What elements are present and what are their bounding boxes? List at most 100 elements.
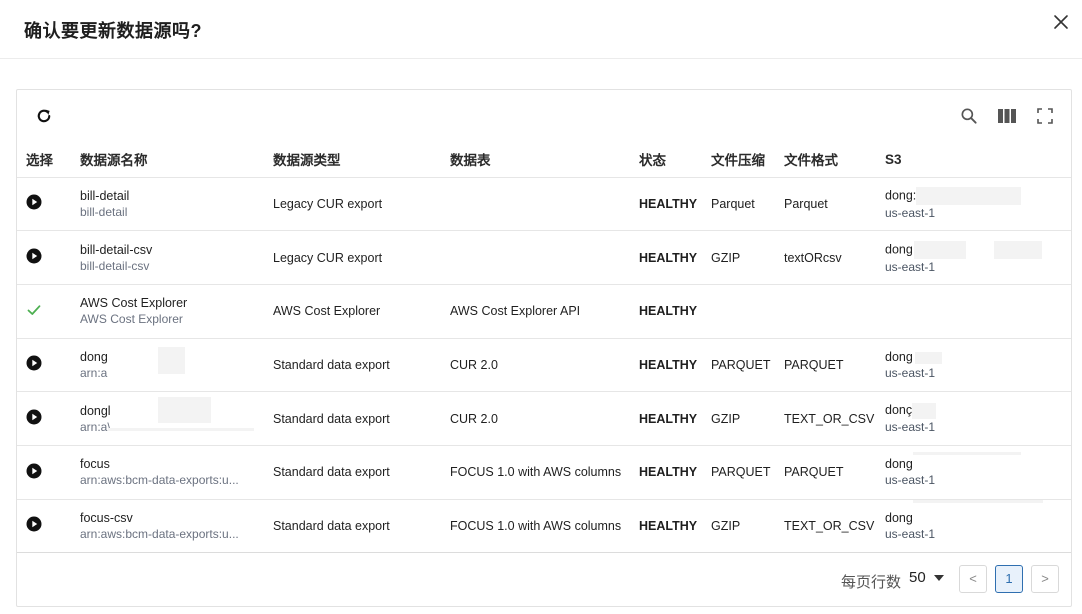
- row-table: AWS Cost Explorer API: [450, 284, 639, 339]
- column-header-select: 选择: [17, 142, 80, 178]
- redacted-block: [993, 240, 1042, 259]
- table-header-row: 选择 数据源名称 数据源类型 数据表 状态 文件压缩 文件格式 S3: [17, 142, 1071, 178]
- row-type: Legacy CUR export: [273, 177, 450, 232]
- column-header-s3: S3: [885, 142, 1071, 178]
- row-name-sub: bill-detail-csv: [80, 258, 150, 273]
- confirm-dialog: 确认要更新数据源吗? 选择 数据源名称 数据源类型 数据表 状态 文件压缩 文件…: [0, 0, 1082, 614]
- row-status: HEALTHY: [639, 177, 711, 232]
- row-status: HEALTHY: [639, 499, 711, 554]
- dialog-title: 确认要更新数据源吗?: [24, 21, 202, 41]
- row-s3-region: us-east-1: [885, 365, 936, 380]
- row-table: CUR 2.0: [450, 338, 639, 393]
- data-source-table-card: 选择 数据源名称 数据源类型 数据表 状态 文件压缩 文件格式 S3 bill-…: [16, 89, 1072, 607]
- row-format: PARQUET: [784, 445, 885, 500]
- row-status: HEALTHY: [639, 445, 711, 500]
- select-play-icon[interactable]: [26, 194, 42, 210]
- row-type: Legacy CUR export: [273, 230, 450, 285]
- rows-per-page-select[interactable]: 50: [909, 569, 944, 586]
- rows-per-page-value: 50: [909, 569, 926, 586]
- row-name-sub: AWS Cost Explorer: [80, 312, 183, 327]
- columns-icon[interactable]: [997, 107, 1017, 125]
- row-type: Standard data export: [273, 391, 450, 446]
- row-type: Standard data export: [273, 338, 450, 393]
- row-format: TEXT_OR_CSV: [784, 391, 885, 446]
- row-s3-bucket: donç: [885, 403, 913, 418]
- row-s3-bucket: dong:: [885, 188, 917, 203]
- redacted-block: [108, 427, 254, 431]
- row-format: Parquet: [784, 177, 885, 232]
- row-type: AWS Cost Explorer: [273, 284, 450, 339]
- table-row[interactable]: bill-detail bill-detail Legacy CUR expor…: [17, 177, 1071, 232]
- row-name-sub: arn:aws:bcm-data-exports:u...: [80, 473, 239, 488]
- table-row[interactable]: bill-detail-csv bill-detail-csv Legacy C…: [17, 230, 1071, 285]
- row-status: HEALTHY: [639, 338, 711, 393]
- row-s3-bucket: dong: [885, 510, 913, 525]
- data-source-table: 选择 数据源名称 数据源类型 数据表 状态 文件压缩 文件格式 S3 bill-…: [17, 142, 1071, 554]
- row-table: FOCUS 1.0 with AWS columns: [450, 445, 639, 500]
- column-header-name: 数据源名称: [80, 142, 273, 178]
- row-compression: GZIP: [711, 499, 784, 554]
- column-header-table: 数据表: [450, 142, 639, 178]
- select-play-icon[interactable]: [26, 248, 42, 264]
- row-table: [450, 177, 639, 232]
- row-format: [784, 284, 885, 339]
- row-name: focus-csv: [80, 510, 133, 525]
- redacted-block: [912, 402, 937, 419]
- row-compression: PARQUET: [711, 338, 784, 393]
- fullscreen-icon[interactable]: [1036, 107, 1054, 125]
- row-compression: PARQUET: [711, 445, 784, 500]
- row-status: HEALTHY: [639, 230, 711, 285]
- row-s3-region: us-east-1: [885, 259, 936, 274]
- select-play-icon[interactable]: [26, 516, 42, 532]
- row-s3-region: us-east-1: [885, 526, 936, 541]
- check-icon[interactable]: [26, 302, 42, 318]
- column-header-type: 数据源类型: [273, 142, 450, 178]
- redacted-block: [913, 499, 1043, 503]
- select-play-icon[interactable]: [26, 409, 42, 425]
- rows-per-page-label: 每页行数: [841, 574, 902, 591]
- redacted-block: [913, 452, 1021, 456]
- row-table: CUR 2.0: [450, 391, 639, 446]
- row-s3-bucket: dong: [885, 241, 913, 256]
- prev-page-button[interactable]: <: [959, 565, 987, 593]
- row-status: HEALTHY: [639, 391, 711, 446]
- pagination-bar: 每页行数 50 < 1 >: [17, 553, 1071, 606]
- row-compression: GZIP: [711, 391, 784, 446]
- row-s3-region: us-east-1: [885, 205, 936, 220]
- row-compression: GZIP: [711, 230, 784, 285]
- row-name: bill-detail: [80, 188, 130, 203]
- table-row[interactable]: focus arn:aws:bcm-data-exports:u... Stan…: [17, 445, 1071, 500]
- row-name-sub: arn:aws:bcm-data-exports:u...: [80, 526, 239, 541]
- redacted-block: [914, 351, 942, 364]
- row-s3-bucket: dong: [885, 349, 913, 364]
- dialog-header: 确认要更新数据源吗?: [0, 0, 1082, 59]
- row-format: TEXT_OR_CSV: [784, 499, 885, 554]
- row-type: Standard data export: [273, 499, 450, 554]
- caret-down-icon: [933, 575, 944, 582]
- row-type: Standard data export: [273, 445, 450, 500]
- row-s3-region: us-east-1: [885, 473, 936, 488]
- current-page-button[interactable]: 1: [995, 565, 1023, 593]
- row-name: AWS Cost Explorer: [80, 296, 188, 311]
- table-row[interactable]: dongl arn:a\ Standard data export CUR 2.…: [17, 391, 1071, 446]
- row-table: FOCUS 1.0 with AWS columns: [450, 499, 639, 554]
- table-row[interactable]: focus-csv arn:aws:bcm-data-exports:u... …: [17, 499, 1071, 554]
- row-format: textORcsv: [784, 230, 885, 285]
- next-page-button[interactable]: >: [1031, 565, 1059, 593]
- row-compression: [711, 284, 784, 339]
- search-icon[interactable]: [959, 106, 979, 126]
- column-header-status: 状态: [639, 142, 711, 178]
- table-row[interactable]: AWS Cost Explorer AWS Cost Explorer AWS …: [17, 284, 1071, 339]
- redacted-block: [913, 240, 966, 259]
- close-icon[interactable]: [1049, 10, 1073, 34]
- row-s3-region: us-east-1: [885, 419, 936, 434]
- refresh-icon[interactable]: [35, 107, 53, 125]
- row-name: bill-detail-csv: [80, 242, 153, 257]
- row-table: [450, 230, 639, 285]
- select-play-icon[interactable]: [26, 463, 42, 479]
- row-s3-bucket: dong: [885, 457, 913, 472]
- select-play-icon[interactable]: [26, 355, 42, 371]
- redacted-block: [916, 186, 1022, 205]
- row-name: focus: [80, 457, 110, 472]
- table-row[interactable]: dong arn:a Standard data export CUR 2.0 …: [17, 338, 1071, 393]
